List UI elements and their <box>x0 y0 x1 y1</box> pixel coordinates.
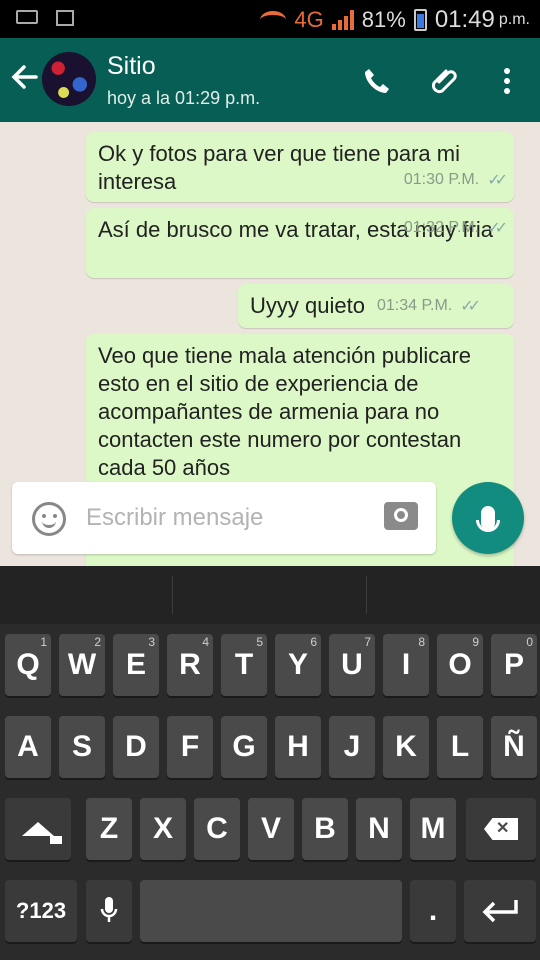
enter-icon <box>482 900 518 923</box>
network-type: 4G <box>294 7 324 32</box>
message-composer[interactable]: Escribir mensaje <box>12 482 436 554</box>
key-x[interactable]: X <box>140 798 186 860</box>
key-s[interactable]: S <box>59 716 105 778</box>
clock: 01:49 <box>434 6 495 33</box>
key-i[interactable]: I8 <box>383 634 429 696</box>
message-input[interactable]: Escribir mensaje <box>86 504 263 532</box>
backspace-icon <box>484 818 518 840</box>
key-u[interactable]: U7 <box>329 634 375 696</box>
key-y[interactable]: Y6 <box>275 634 321 696</box>
enter-key[interactable] <box>464 880 536 942</box>
key-z[interactable]: Z <box>86 798 132 860</box>
period-key[interactable]: . <box>410 880 456 942</box>
message-text: Uyyy quieto <box>250 293 365 318</box>
space-key[interactable] <box>140 880 402 942</box>
message-bubble[interactable]: Uyyy quieto 01:34 P.M. ✓✓ <box>238 284 514 328</box>
symbols-key[interactable]: ?123 <box>5 880 77 942</box>
signal-icon <box>331 10 354 30</box>
image-notification-icon <box>56 10 74 26</box>
key-e[interactable]: E3 <box>113 634 159 696</box>
emoji-icon[interactable] <box>32 502 66 536</box>
key-o[interactable]: O9 <box>437 634 483 696</box>
microphone-icon <box>476 506 500 532</box>
microphone-icon <box>100 897 118 922</box>
key-t[interactable]: T5 <box>221 634 267 696</box>
key-k[interactable]: K <box>383 716 429 778</box>
more-icon[interactable] <box>490 64 524 98</box>
message-text: Veo que tiene mala atención publicare es… <box>98 343 472 480</box>
suggestion-strip[interactable] <box>0 566 540 624</box>
status-bar: 4G 81% 01:49 p.m. <box>0 0 540 38</box>
key-f[interactable]: F <box>167 716 213 778</box>
keyboard: Q1 W2 E3 R4 T5 Y6 U7 I8 O9 P0 A S D F G … <box>0 566 540 960</box>
key-g[interactable]: G <box>221 716 267 778</box>
message-time: 01:32 P.M. <box>403 219 480 236</box>
key-b[interactable]: B <box>302 798 348 860</box>
message-time: 01:34 P.M. <box>376 297 453 314</box>
battery-icon <box>413 9 427 31</box>
key-l[interactable]: L <box>437 716 483 778</box>
key-h[interactable]: H <box>275 716 321 778</box>
wifi-icon <box>260 11 287 29</box>
shift-icon <box>22 822 62 844</box>
attach-icon[interactable] <box>428 64 462 98</box>
back-arrow-icon[interactable] <box>10 62 38 99</box>
double-check-icon: ✓✓ <box>487 220 508 237</box>
camera-icon[interactable] <box>384 502 418 530</box>
key-w[interactable]: W2 <box>59 634 105 696</box>
key-m[interactable]: M <box>410 798 456 860</box>
key-v[interactable]: V <box>248 798 294 860</box>
key-n[interactable]: N <box>356 798 402 860</box>
battery-percent: 81% <box>361 7 406 32</box>
key-a[interactable]: A <box>5 716 51 778</box>
key-p[interactable]: P0 <box>491 634 537 696</box>
avatar[interactable] <box>42 52 96 106</box>
double-check-icon: ✓✓ <box>487 172 508 189</box>
clock-period: p.m. <box>498 11 530 28</box>
contact-name[interactable]: Sitio <box>107 52 156 81</box>
voice-record-button[interactable] <box>452 482 524 554</box>
key-j[interactable]: J <box>329 716 375 778</box>
phone-icon[interactable] <box>360 64 394 98</box>
voice-input-key[interactable] <box>86 880 132 942</box>
key-q[interactable]: Q1 <box>5 634 51 696</box>
message-bubble[interactable]: Así de brusco me va tratar, esta muy fri… <box>86 208 514 278</box>
chat-header: Sitio hoy a la 01:29 p.m. <box>0 38 540 122</box>
keyboard-notification-icon <box>16 10 38 24</box>
backspace-key[interactable] <box>466 798 536 860</box>
key-d[interactable]: D <box>113 716 159 778</box>
double-check-icon: ✓✓ <box>460 298 481 315</box>
key-c[interactable]: C <box>194 798 240 860</box>
shift-key[interactable] <box>5 798 71 860</box>
message-bubble[interactable]: Ok y fotos para ver que tiene para mi in… <box>86 132 514 202</box>
last-seen: hoy a la 01:29 p.m. <box>107 88 261 108</box>
message-time: 01:30 P.M. <box>403 171 480 188</box>
key-n-tilde[interactable]: Ñ <box>491 716 537 778</box>
key-r[interactable]: R4 <box>167 634 213 696</box>
